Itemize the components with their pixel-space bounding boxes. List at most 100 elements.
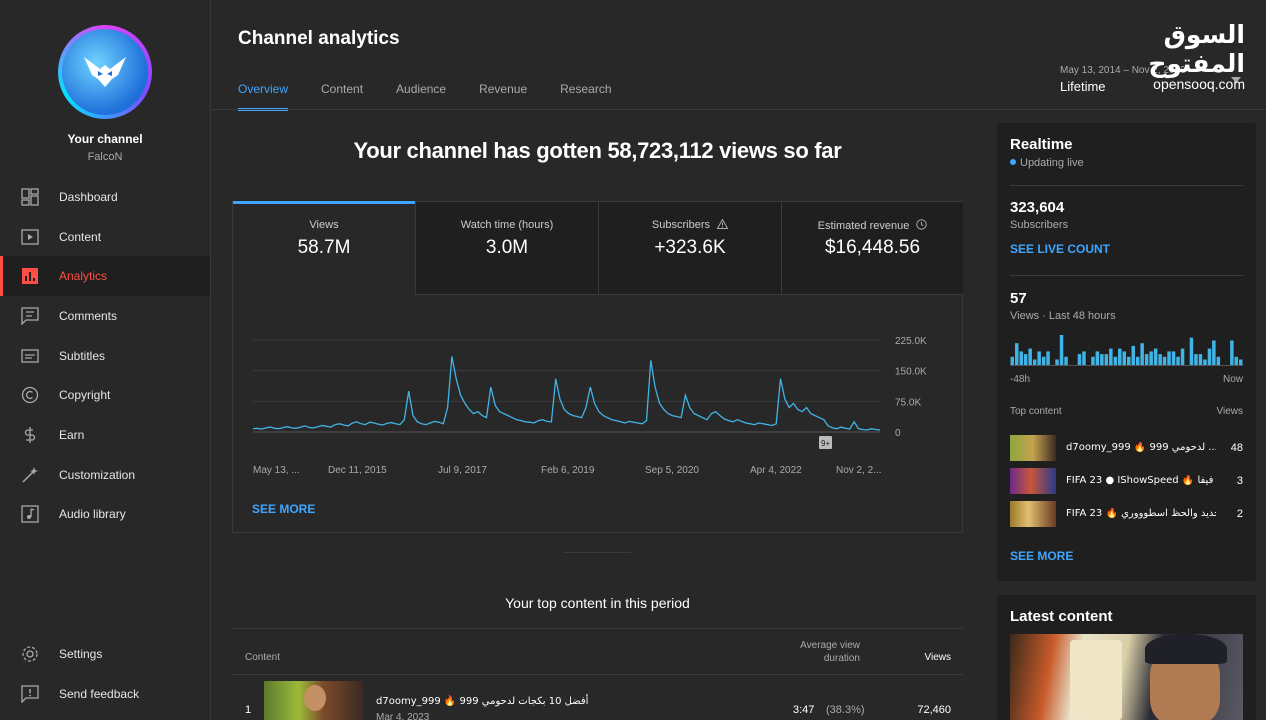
metric-value: 58.7M [297,237,351,258]
realtime-bar[interactable] [1203,359,1207,366]
realtime-bar[interactable] [1032,359,1037,366]
views-column-label: Views [1216,406,1244,417]
see-more-button[interactable]: SEE MORE [252,502,315,516]
sidebar-item-earn[interactable]: Earn [0,415,210,455]
sidebar-item-settings[interactable]: Settings [0,634,210,674]
realtime-bar[interactable] [1158,354,1162,365]
realtime-bar[interactable] [1167,351,1171,365]
realtime-bar[interactable] [1127,356,1131,365]
realtime-bar[interactable] [1064,356,1068,365]
watermark-arabic: السوق المفتوح [1148,20,1246,78]
realtime-bar[interactable] [1171,351,1176,365]
views-series-line[interactable] [252,356,881,431]
realtime-bar[interactable] [1015,343,1019,365]
comments-icon [21,307,39,325]
realtime-bar[interactable] [1023,354,1028,365]
sidebar-item-comments[interactable]: Comments [0,296,210,336]
sidebar-item-subtitles[interactable]: Subtitles [0,336,210,376]
realtime-bar[interactable] [1140,343,1144,365]
see-more-button[interactable]: SEE MORE [1010,549,1073,563]
notes-badge-label: 9+ [821,439,830,448]
tab-content[interactable]: Content [321,82,363,110]
metric-label: Estimated revenue [782,219,963,232]
metric-tab-revenue[interactable]: Estimated revenue $16,448.56 [782,202,963,295]
realtime-views-bar-chart[interactable] [1010,331,1243,367]
realtime-bar[interactable] [1082,351,1086,365]
sidebar-item-audio-library[interactable]: Audio library [0,494,210,534]
sidebar-item-content[interactable]: Content [0,217,210,257]
realtime-bar[interactable] [1198,354,1203,365]
realtime-bar[interactable] [1194,354,1198,365]
realtime-bar[interactable] [1144,354,1149,365]
realtime-bar[interactable] [1010,356,1015,365]
list-item[interactable]: d7oomy_999 🔥 999 لدحومي ... 48 [1010,435,1243,463]
sidebar-item-copyright[interactable]: Copyright [0,375,210,415]
tab-audience[interactable]: Audience [396,82,446,110]
list-item[interactable]: FIFA 23 🔥 الجديد والحظ اسطوووري... 2 [1010,501,1243,529]
realtime-bar[interactable] [1153,348,1158,365]
column-header-views[interactable]: Views [902,652,952,663]
realtime-bar[interactable] [1091,356,1095,365]
video-thumbnail[interactable] [264,681,363,720]
realtime-bar[interactable] [1230,340,1234,366]
tab-overview[interactable]: Overview [238,82,289,111]
list-item[interactable]: FIFA 23 ● IShowSpeed 🔥 فيفا ... 3 [1010,468,1243,496]
cap-image [1145,634,1227,664]
metric-tab-views[interactable]: Views 58.7M [233,201,416,295]
realtime-bar[interactable] [1059,335,1064,365]
avg-view-percent: (38.3%) [826,704,865,716]
realtime-bar[interactable] [1122,351,1127,365]
views-line-chart[interactable]: 225.0K 150.0K 75.0K 0 May 13, ... Dec 11, 201… [233,302,962,492]
warning-icon[interactable] [716,218,729,229]
metric-tab-subscribers[interactable]: Subscribers +323.6K [599,202,782,295]
sidebar-item-label: Customization [59,468,136,482]
sidebar-item-dashboard[interactable]: Dashboard [0,177,210,217]
realtime-bar[interactable] [1028,348,1032,365]
realtime-bar[interactable] [1136,356,1140,365]
realtime-bar[interactable] [1118,348,1122,365]
realtime-bar[interactable] [1207,348,1212,365]
realtime-bar[interactable] [1149,351,1153,365]
realtime-bar[interactable] [1189,337,1194,365]
realtime-bar[interactable] [1162,356,1167,365]
y-tick-label: 150.0K [895,367,927,378]
realtime-bar[interactable] [1239,359,1243,366]
realtime-bar[interactable] [1037,351,1041,365]
sidebar-item-send-feedback[interactable]: Send feedback [0,674,210,714]
realtime-bar[interactable] [1234,356,1239,365]
realtime-bar[interactable] [1077,354,1082,365]
realtime-bar[interactable] [1041,356,1046,365]
video-title[interactable]: d7oomy_999 🔥 أفضل 10 بكجات لدحومي 999 [376,696,588,707]
realtime-bar[interactable] [1109,348,1113,365]
realtime-subscribers-label: Subscribers [1010,219,1069,231]
realtime-bar[interactable] [1180,348,1185,365]
channel-avatar[interactable] [58,25,152,119]
realtime-bar[interactable] [1019,351,1024,365]
realtime-bar[interactable] [1113,356,1118,365]
audio-library-icon [21,505,39,523]
table-row[interactable]: 1 d7oomy_999 🔥 أفضل 10 بكجات لدحومي 999 … [232,676,963,720]
metric-label-text: Estimated revenue [817,220,910,232]
metric-tab-watch-time[interactable]: Watch time (hours) 3.0M [416,202,599,295]
realtime-bar[interactable] [1176,356,1180,365]
realtime-bar[interactable] [1131,345,1136,365]
realtime-bar[interactable] [1046,351,1050,365]
realtime-bar[interactable] [1055,359,1059,366]
sidebar-item-analytics[interactable]: Analytics [0,256,210,296]
clock-icon[interactable] [916,219,928,230]
video-thumbnail [1010,468,1056,494]
tab-revenue[interactable]: Revenue [479,82,527,110]
realtime-bar[interactable] [1100,354,1104,365]
realtime-subscribers-count: 323,604 [1010,199,1065,216]
section-divider [563,552,631,553]
realtime-bar[interactable] [1104,354,1109,365]
realtime-bar[interactable] [1212,340,1216,366]
live-text: Updating live [1020,157,1084,169]
latest-video-thumbnail[interactable] [1010,634,1243,720]
realtime-bar[interactable] [1095,351,1100,365]
sidebar-item-customization[interactable]: Customization [0,455,210,495]
realtime-live-status: Updating live [1010,157,1084,169]
realtime-bar[interactable] [1216,356,1221,365]
see-live-count-button[interactable]: SEE LIVE COUNT [1010,242,1110,256]
tab-research[interactable]: Research [560,82,611,110]
